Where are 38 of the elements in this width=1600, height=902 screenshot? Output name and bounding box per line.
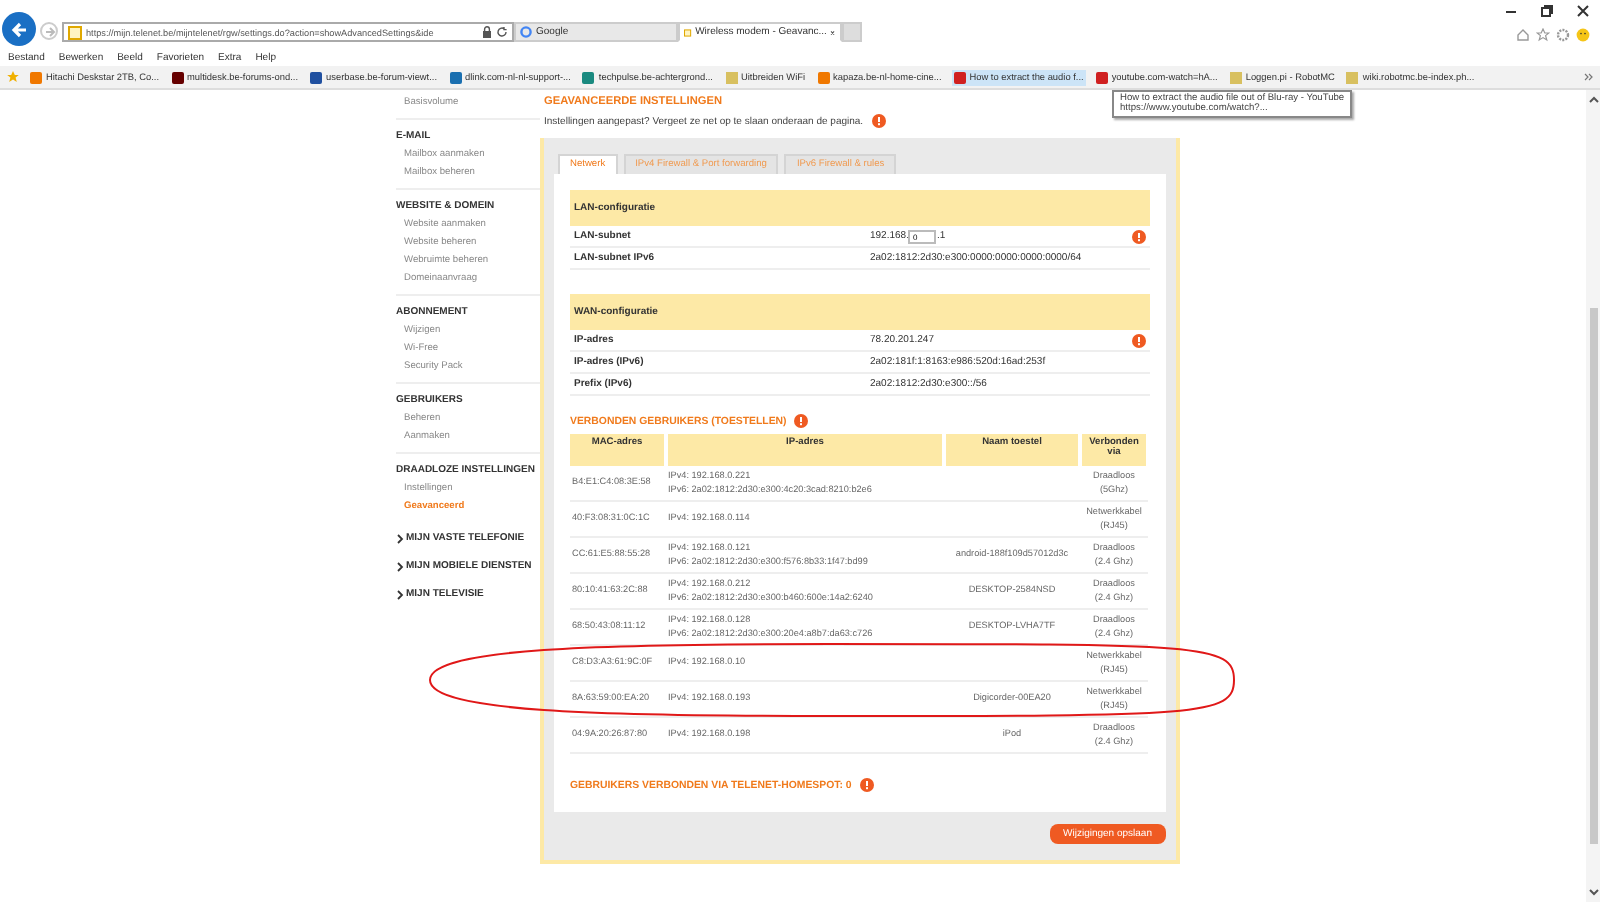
back-button[interactable] [2, 12, 36, 46]
chevron-icon [396, 561, 404, 571]
site-icon [171, 71, 184, 83]
home-icon[interactable] [1516, 28, 1530, 42]
info-icon[interactable] [1132, 333, 1146, 347]
info-icon[interactable] [859, 778, 874, 792]
site-icon [449, 71, 462, 83]
close-icon[interactable] [1576, 4, 1590, 18]
restore-icon[interactable] [1540, 4, 1554, 18]
site-icon [310, 71, 323, 83]
site-icon [1229, 71, 1242, 83]
star-icon[interactable] [6, 70, 20, 84]
chevron-icon [396, 533, 404, 543]
info-icon[interactable] [1132, 229, 1146, 243]
chevron-icon [396, 589, 404, 599]
site-icon [725, 71, 737, 83]
star-icon[interactable] [1536, 28, 1550, 42]
info-icon[interactable] [794, 414, 809, 428]
site-icon [953, 71, 966, 83]
google-icon [520, 26, 532, 38]
forward-button[interactable] [40, 22, 58, 40]
refresh-icon[interactable] [496, 26, 508, 38]
page-icon [684, 25, 692, 39]
info-icon[interactable] [871, 114, 886, 128]
site-icon [1095, 71, 1108, 83]
page-icon [68, 25, 82, 39]
smiley-icon[interactable] [1576, 28, 1590, 42]
site-icon [30, 71, 42, 83]
arrow-icon [43, 25, 55, 37]
caret-icon[interactable] [1587, 888, 1599, 898]
caret-icon[interactable] [1587, 94, 1599, 104]
lock-icon [482, 26, 492, 38]
chevron-icon[interactable] [1584, 72, 1594, 82]
scrollbar[interactable] [1586, 90, 1600, 902]
arrow-icon [9, 19, 29, 39]
site-icon [817, 71, 830, 83]
site-icon [1346, 71, 1359, 83]
site-icon [582, 71, 595, 83]
